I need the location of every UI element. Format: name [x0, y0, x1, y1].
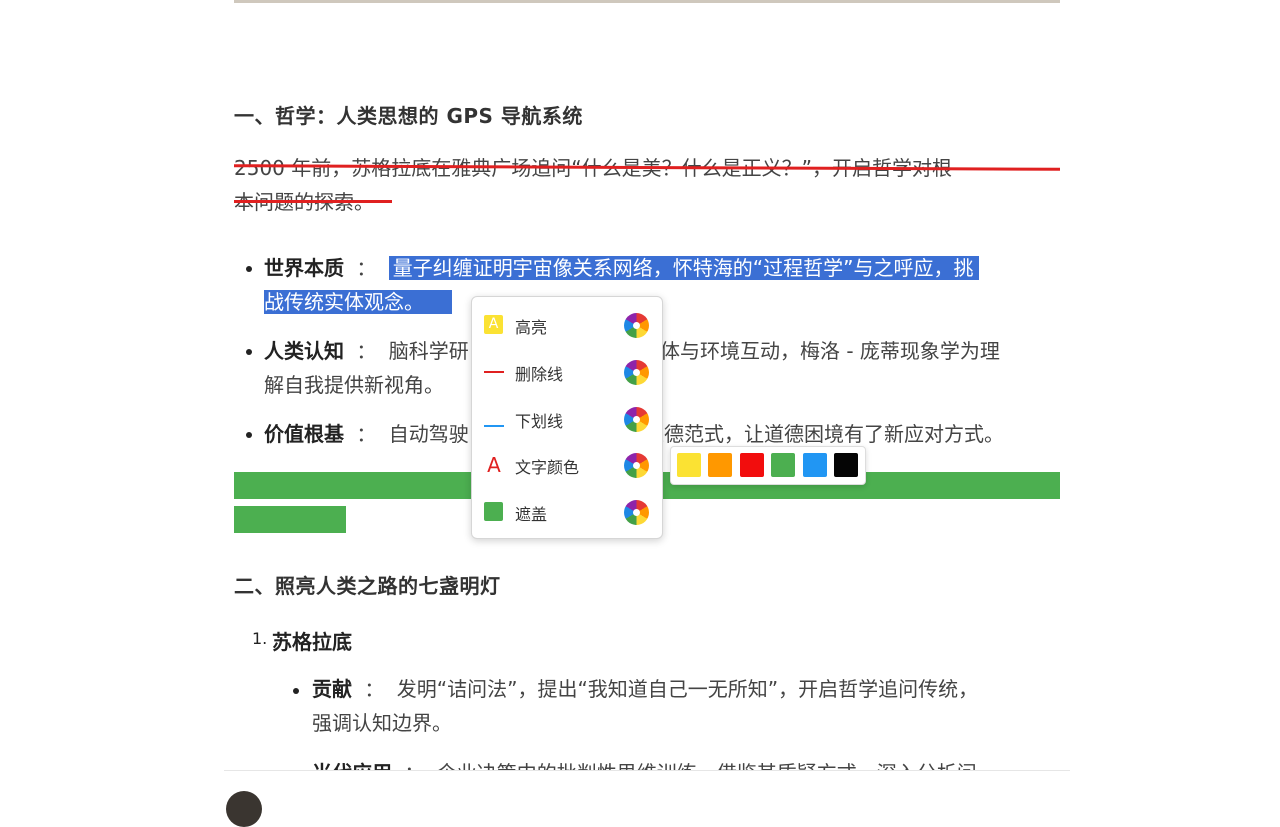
list-item-text: 身体与环境互动，梅洛 - 庞蒂现象学为理 [640, 339, 1000, 363]
strikethrough-mark [234, 200, 392, 203]
term-value-foundation: 价值根基 [264, 422, 344, 446]
list-item-text: 解自我提供新视角。 [264, 373, 444, 397]
menu-item-label: 遮盖 [515, 505, 548, 524]
masked-text-block[interactable] [234, 506, 346, 533]
term-world-essence: 世界本质 [264, 256, 344, 280]
section-heading-seven-lamps: 二、照亮人类之路的七盏明灯 [234, 574, 501, 598]
term-separator: ： [356, 422, 377, 446]
list-title-socrates: 苏格拉底 [272, 630, 352, 654]
menu-item-label: 下划线 [515, 412, 564, 431]
menu-item-highlight[interactable]: A 高亮 [472, 305, 662, 345]
color-swatch-red[interactable] [740, 453, 764, 477]
article-image-bottom-edge [234, 0, 1060, 3]
term-separator: ： [364, 677, 385, 701]
intro-paragraph[interactable]: 2500 年前，苏格拉底在雅典广场追问“什么是美？什么是正义？”，开启哲学对根 … [234, 151, 1060, 219]
strikethrough-icon [484, 362, 504, 382]
color-swatch-blue[interactable] [803, 453, 827, 477]
color-wheel-icon[interactable] [624, 453, 649, 478]
list-item-human-cognition[interactable]: 人类认知 ： 脑科学研 身体与环境互动，梅洛 - 庞蒂现象学为理 解自我提供新视… [264, 334, 1064, 402]
bullet-dot [293, 688, 299, 694]
list-number: 1. [252, 629, 268, 648]
color-wheel-icon[interactable] [624, 407, 649, 432]
highlight-icon: A [484, 315, 503, 334]
color-wheel-icon[interactable] [624, 500, 649, 525]
color-swatch-black[interactable] [834, 453, 858, 477]
list-item-text: 自动驾驶 [388, 422, 469, 446]
color-swatch-green[interactable] [771, 453, 795, 477]
list-item-text: 脑科学研 [388, 339, 469, 363]
menu-item-strikethrough[interactable]: 删除线 [472, 352, 662, 392]
bottom-bar [224, 770, 1070, 827]
color-palette [670, 446, 866, 485]
menu-item-underline[interactable]: 下划线 [472, 399, 662, 439]
color-swatch-yellow[interactable] [677, 453, 701, 477]
menu-item-text-color[interactable]: A 文字颜色 [472, 445, 662, 485]
term-contribution: 贡献 [312, 677, 352, 701]
section-heading-philosophy: 一、哲学：人类思想的 GPS 导航系统 [234, 104, 583, 128]
bullet-dot [246, 349, 252, 355]
list-item-value-foundation[interactable]: 价值根基 ： 自动驾驶 道德范式，让道德困境有了新应对方式。 [264, 417, 1064, 451]
color-wheel-icon[interactable] [624, 360, 649, 385]
menu-item-label: 删除线 [515, 365, 564, 384]
menu-item-mask[interactable]: 遮盖 [472, 492, 662, 532]
list-item-text: 发明“诘问法”，提出“我知道自己一无所知”，开启哲学追问传统， [396, 677, 979, 701]
menu-item-label: 文字颜色 [515, 458, 580, 477]
underline-icon [484, 409, 504, 429]
color-swatch-orange[interactable] [708, 453, 732, 477]
list-item-contribution[interactable]: 贡献 ： 发明“诘问法”，提出“我知道自己一无所知”，开启哲学追问传统， 强调认… [312, 672, 1060, 740]
text-color-icon: A [487, 453, 501, 477]
bullet-dot [246, 266, 252, 272]
avatar[interactable] [226, 791, 262, 827]
selected-text[interactable]: 战传统实体观念。 [264, 290, 452, 314]
selected-text[interactable]: 量子纠缠证明宇宙像关系网络，怀特海的“过程哲学”与之呼应，挑 [388, 256, 980, 280]
menu-item-label: 高亮 [515, 318, 548, 337]
bullet-dot [246, 432, 252, 438]
annotation-menu: A 高亮 删除线 下划线 A 文字颜色 遮盖 [471, 296, 663, 539]
term-separator: ： [356, 339, 377, 363]
mask-icon [484, 502, 503, 521]
term-human-cognition: 人类认知 [264, 339, 344, 363]
term-separator: ： [356, 256, 377, 280]
list-item-text: 强调认知边界。 [312, 711, 452, 735]
list-item-world-essence[interactable]: 世界本质 ： 量子纠缠证明宇宙像关系网络，怀特海的“过程哲学”与之呼应，挑 战传… [264, 251, 1064, 319]
color-wheel-icon[interactable] [624, 313, 649, 338]
